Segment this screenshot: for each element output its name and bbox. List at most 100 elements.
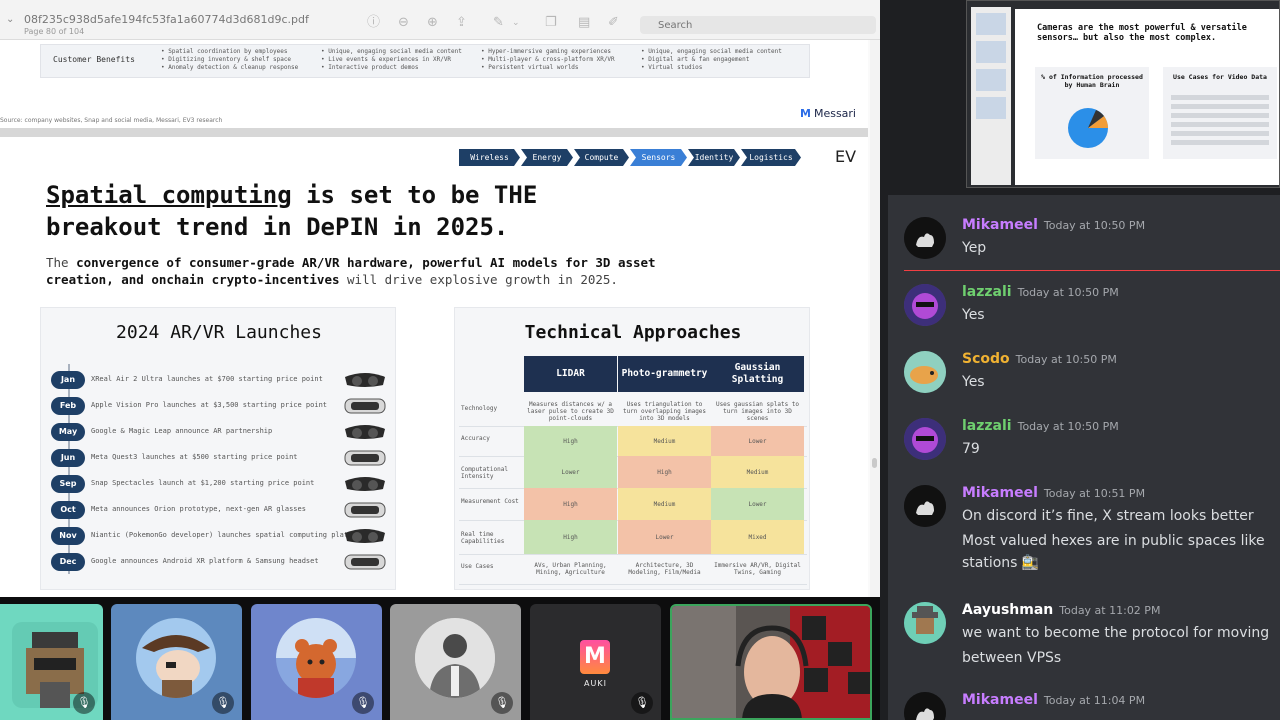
chat-author[interactable]: Mikameel Today at 10:51 PM <box>962 485 1145 501</box>
headset-device-icon <box>345 529 385 543</box>
pirate-avatar-icon <box>142 635 210 698</box>
participant-tile[interactable]: 🎙 <box>0 604 103 720</box>
camel-avatar-icon <box>904 217 946 259</box>
participant-tile[interactable]: 🎙 <box>251 604 382 720</box>
avatar[interactable] <box>904 351 946 393</box>
speaker-video-icon <box>672 606 870 718</box>
table-cell: Uses gaussian splats to turn images into… <box>715 400 800 422</box>
table-header: Photo-grammetry <box>618 356 711 392</box>
timeline-row: May Google & Magic Leap announce AR partn… <box>51 423 391 441</box>
messari-mark-icon: M <box>800 107 811 120</box>
avatar[interactable] <box>904 284 946 326</box>
message-text: Yes <box>962 374 985 390</box>
message-timestamp: Today at 10:50 PM <box>1017 420 1119 433</box>
headset-device-icon <box>344 450 386 466</box>
camel-avatar-icon <box>904 692 946 720</box>
chevron-down-icon[interactable]: ⌄ <box>6 14 14 25</box>
benefits-col-1: • Spatial coordination by employees • Di… <box>161 48 299 71</box>
page-indicator: Page 80 of 104 <box>24 27 85 36</box>
table-cell: Lower <box>524 456 617 488</box>
info-icon[interactable]: ⓘ <box>367 16 380 30</box>
auki-logo-icon: M <box>580 640 610 674</box>
zoom-out-icon[interactable]: ⊖ <box>398 16 409 30</box>
message-timestamp: Today at 10:51 PM <box>1043 487 1146 500</box>
avatar <box>276 618 356 698</box>
message-text: between VPSs <box>962 650 1062 666</box>
chat-author[interactable]: lazzali Today at 10:50 PM <box>962 284 1119 300</box>
new-messages-divider <box>904 270 1280 271</box>
avatar[interactable] <box>904 217 946 259</box>
avatar[interactable] <box>904 602 946 644</box>
table-cell: Medium <box>711 456 804 488</box>
form-icon[interactable]: ▤ <box>578 16 590 30</box>
avatar <box>415 618 495 698</box>
avatar[interactable] <box>904 692 946 720</box>
message-timestamp: Today at 10:50 PM <box>1017 286 1119 299</box>
share-icon[interactable]: ⇪ <box>456 16 467 30</box>
scrollbar-thumb[interactable] <box>872 458 877 468</box>
active-speaker-tile[interactable] <box>670 604 872 720</box>
chat-author[interactable]: Mikameel Today at 10:50 PM <box>962 217 1145 233</box>
slide-page: Wireless Energy Compute Sensors Identity Logi… <box>0 137 868 597</box>
timeline-row: Feb Apple Vision Pro launches at $3,500 s… <box>51 397 391 415</box>
table-cell: Lower <box>618 520 711 554</box>
author-name[interactable]: Mikameel <box>962 217 1038 233</box>
table-cell: High <box>618 456 711 488</box>
camel-avatar-icon <box>904 485 946 527</box>
avatar[interactable] <box>904 418 946 460</box>
participant-tile[interactable]: 🎙 <box>390 604 521 720</box>
timeline-row: Sep Snap Spectacles launch at $1,200 star… <box>51 475 391 493</box>
nav-tab-identity: Identity <box>688 149 740 166</box>
muted-mic-icon: 🎙 <box>212 692 234 714</box>
timeline-month: Nov <box>51 527 85 545</box>
author-name[interactable]: lazzali <box>962 418 1012 434</box>
message-text: Yes <box>962 307 985 323</box>
sector-nav: Wireless Energy Compute Sensors Identity Logi… <box>459 149 802 166</box>
message-timestamp: Today at 11:04 PM <box>1043 694 1146 707</box>
previous-page: Customer Benefits • Spatial coordination… <box>0 40 868 128</box>
table-row-label: Accuracy <box>461 435 490 442</box>
launches-title: 2024 AR/VR Launches <box>116 322 322 343</box>
participant-tile[interactable]: M AUKI 🎙 <box>530 604 661 720</box>
message-text: we want to become the protocol for movin… <box>962 625 1270 641</box>
approaches-title: Technical Approaches <box>524 322 742 343</box>
message-timestamp: Today at 10:50 PM <box>1043 219 1146 232</box>
table-header: LIDAR <box>524 356 617 392</box>
chat-author[interactable]: Aayushman Today at 11:02 PM <box>962 602 1160 618</box>
muted-mic-icon: 🎙 <box>491 692 513 714</box>
zoom-in-icon[interactable]: ⊕ <box>427 16 438 30</box>
table-cell: Medium <box>618 488 711 520</box>
table-cell: Measures distances w/ a laser pulse to c… <box>527 400 614 422</box>
author-name[interactable]: lazzali <box>962 284 1012 300</box>
benefits-col-4: • Unique, engaging social media content … <box>641 48 782 71</box>
author-name[interactable]: Mikameel <box>962 485 1038 501</box>
chat-author[interactable]: Scodo Today at 10:50 PM <box>962 351 1117 367</box>
markup-pen-icon[interactable]: ✎ <box>493 16 504 30</box>
author-name[interactable]: Scodo <box>962 351 1010 367</box>
author-name[interactable]: Aayushman <box>962 602 1053 618</box>
viewer-scrollbar[interactable] <box>870 40 880 597</box>
fish-avatar-icon <box>904 351 946 393</box>
author-name[interactable]: Mikameel <box>962 692 1038 708</box>
messari-logo: M Messari <box>800 107 856 120</box>
chat-author[interactable]: Mikameel Today at 11:04 PM <box>962 692 1145 708</box>
person-photo-icon <box>415 618 495 698</box>
highlight-icon[interactable]: ✐ <box>608 16 619 30</box>
ape-avatar-icon <box>904 284 946 326</box>
avatar[interactable] <box>904 485 946 527</box>
screen-share-preview[interactable]: Cameras are the most powerful & versatil… <box>966 0 1280 188</box>
nav-tab-compute: Compute <box>574 149 629 166</box>
benefits-col-3: • Hyper-immersive gaming experiences • M… <box>481 48 615 71</box>
table-cell: Medium <box>618 426 711 456</box>
chat-author[interactable]: lazzali Today at 10:50 PM <box>962 418 1119 434</box>
search-input[interactable] <box>640 16 876 34</box>
timeline-month: Oct <box>51 501 85 519</box>
participant-tile[interactable]: 🎙 <box>111 604 242 720</box>
ape-avatar-icon <box>904 418 946 460</box>
bear-avatar-icon <box>276 618 356 698</box>
table-cell: High <box>524 520 617 554</box>
timeline-text: Google announces Android XR platform & S… <box>91 557 319 565</box>
desktop: ⌄ 08f235c938d5afe194fc53fa1a60774d3d681d… <box>0 0 1280 720</box>
markup-chevron-icon[interactable]: ⌄ <box>512 16 520 30</box>
window-icon[interactable]: ❐ <box>545 16 557 30</box>
